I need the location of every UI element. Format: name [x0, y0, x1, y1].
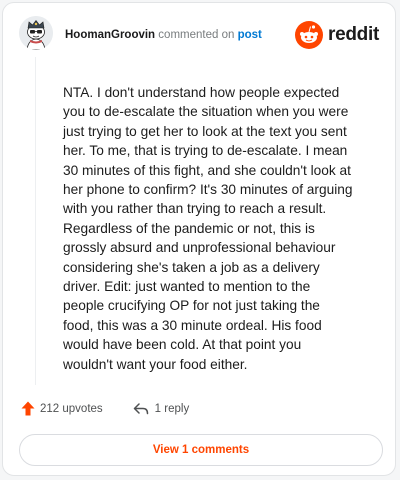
comment-body: NTA. I don't understand how people expec… [63, 85, 353, 372]
post-link[interactable]: post [238, 29, 262, 41]
upvote-count: 212 upvotes [40, 402, 103, 415]
view-comments-button[interactable]: View 1 comments [19, 434, 383, 466]
avatar-icon [19, 16, 53, 50]
user-avatar[interactable] [19, 16, 53, 50]
comment-card: HoomanGroovin commented on post reddit N… [2, 2, 396, 476]
upvote-arrow-icon [21, 401, 35, 416]
reddit-logo[interactable]: reddit [295, 21, 379, 49]
reddit-snoo-icon [295, 21, 324, 49]
view-comments-label: View 1 comments [152, 444, 250, 456]
action-text: commented on [158, 29, 235, 41]
comment-header: HoomanGroovin commented on post [65, 28, 262, 42]
reply-count: 1 reply [154, 402, 190, 415]
upvote-button[interactable]: 212 upvotes [21, 401, 103, 416]
comment-footer: 212 upvotes 1 reply [21, 401, 189, 416]
reply-arrow-icon [133, 402, 148, 414]
reply-button[interactable]: 1 reply [133, 402, 190, 415]
username-link[interactable]: HoomanGroovin [65, 29, 155, 41]
reddit-wordmark: reddit [328, 24, 379, 45]
thread-line [35, 57, 36, 385]
